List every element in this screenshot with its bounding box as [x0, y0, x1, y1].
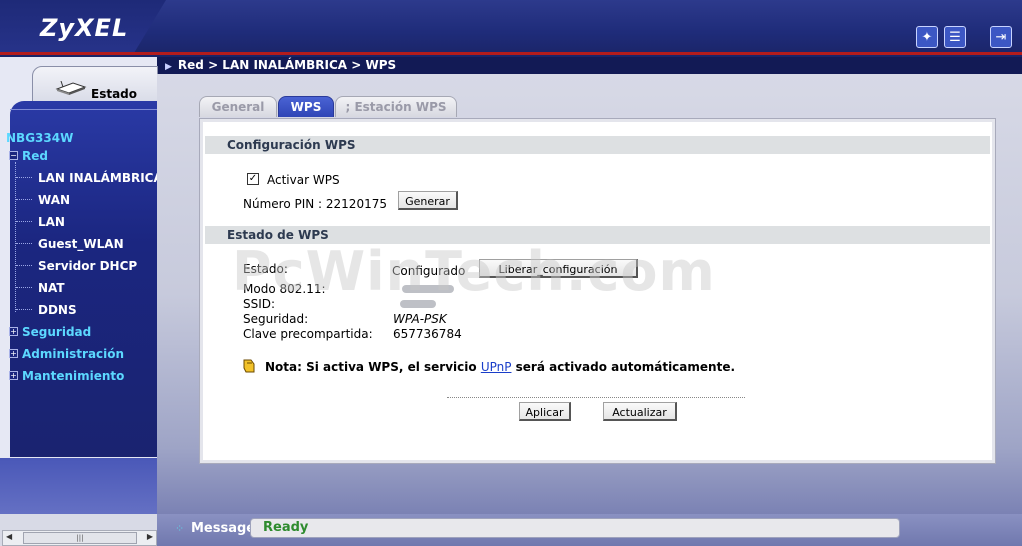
security-label: Seguridad: — [243, 312, 309, 326]
apply-button[interactable]: Aplicar — [519, 402, 571, 421]
logout-icon[interactable]: ⇥ — [990, 26, 1012, 48]
pin-label: Número PIN : 22120175 — [243, 197, 387, 211]
device-name: NBG334W — [6, 131, 74, 145]
message-text: Ready — [263, 520, 309, 535]
enable-wps-label: Activar WPS — [267, 173, 340, 187]
content-panel: Configuración WPS ✓ Activar WPS Número P… — [199, 118, 996, 464]
nav-item-lan[interactable]: LAN — [38, 215, 65, 229]
header-toolbar: ✦ ☰ ⇥ — [916, 26, 1012, 48]
section-header-wps-status: Estado de WPS — [205, 226, 990, 244]
tree-line — [15, 162, 16, 312]
refresh-button[interactable]: Actualizar — [603, 402, 677, 421]
notes-icon[interactable]: ☰ — [944, 26, 966, 48]
nav-item-guest-wlan[interactable]: Guest_WLAN — [38, 237, 124, 251]
tab-wps-station[interactable]: ; Estación WPS — [335, 96, 457, 117]
enable-wps-checkbox[interactable]: ✓ — [247, 173, 259, 185]
expand-icon[interactable]: + — [9, 349, 18, 358]
note-hand-icon — [243, 359, 255, 373]
generate-button[interactable]: Generar — [398, 191, 458, 210]
status-value: Configurado — [392, 264, 466, 278]
wizard-icon[interactable]: ✦ — [916, 26, 938, 48]
nav-category-red[interactable]: Red — [22, 149, 48, 163]
horizontal-scrollbar[interactable]: ◀ ||| ▶ — [2, 530, 157, 546]
zyxel-logo: ZyXEL — [40, 14, 129, 42]
psk-value: 657736784 — [393, 327, 462, 341]
nav-item-wan[interactable]: WAN — [38, 193, 70, 207]
nav-category-administration[interactable]: Administración — [22, 347, 124, 361]
nav-item-dhcp-server[interactable]: Servidor DHCP — [38, 259, 137, 273]
ssid-label: SSID: — [243, 297, 276, 311]
scroll-thumb[interactable]: ||| — [23, 532, 137, 544]
scroll-left-icon[interactable]: ◀ — [6, 532, 12, 541]
top-header: ZyXEL ✦ ☰ ⇥ — [0, 0, 1022, 60]
expand-icon[interactable]: + — [9, 327, 18, 336]
collapse-icon[interactable]: − — [9, 151, 18, 160]
header-divider — [0, 52, 1022, 55]
nav-item-ddns[interactable]: DDNS — [38, 303, 77, 317]
mode-value-redacted — [402, 285, 454, 293]
upnp-link[interactable]: UPnP — [481, 360, 512, 374]
mode-label: Modo 802.11: — [243, 282, 326, 296]
router-icon — [55, 81, 87, 95]
ssid-value-redacted — [400, 300, 436, 308]
breadcrumb-bar: ▶ Red > LAN INALÁMBRICA > WPS — [157, 57, 1022, 74]
psk-label: Clave precompartida: — [243, 327, 373, 341]
nav-category-maintenance[interactable]: Mantenimiento — [22, 369, 124, 383]
nav-item-lan-inalambrica[interactable]: LAN INALÁMBRICA — [38, 171, 163, 185]
message-box — [250, 518, 900, 538]
message-label: Message — [191, 521, 256, 536]
section-header-wps-config: Configuración WPS — [205, 136, 990, 154]
release-config-button[interactable]: Liberar_configuración — [479, 259, 638, 278]
separator — [447, 397, 745, 398]
nav-category-security[interactable]: Seguridad — [22, 325, 91, 339]
expand-icon[interactable]: + — [9, 371, 18, 380]
scroll-right-icon[interactable]: ▶ — [147, 532, 153, 541]
message-icon: ⁘ — [175, 522, 185, 535]
status-label: Estado: — [243, 262, 288, 276]
status-tab-label: Estado — [91, 87, 138, 101]
note-text: Nota: Si activa WPS, el servicio UPnP se… — [265, 360, 736, 374]
security-value: WPA-PSK — [393, 312, 447, 326]
tab-general[interactable]: General — [199, 96, 277, 117]
tab-wps[interactable]: WPS — [278, 96, 334, 117]
breadcrumb: Red > LAN INALÁMBRICA > WPS — [177, 58, 397, 72]
nav-item-nat[interactable]: NAT — [38, 281, 65, 295]
